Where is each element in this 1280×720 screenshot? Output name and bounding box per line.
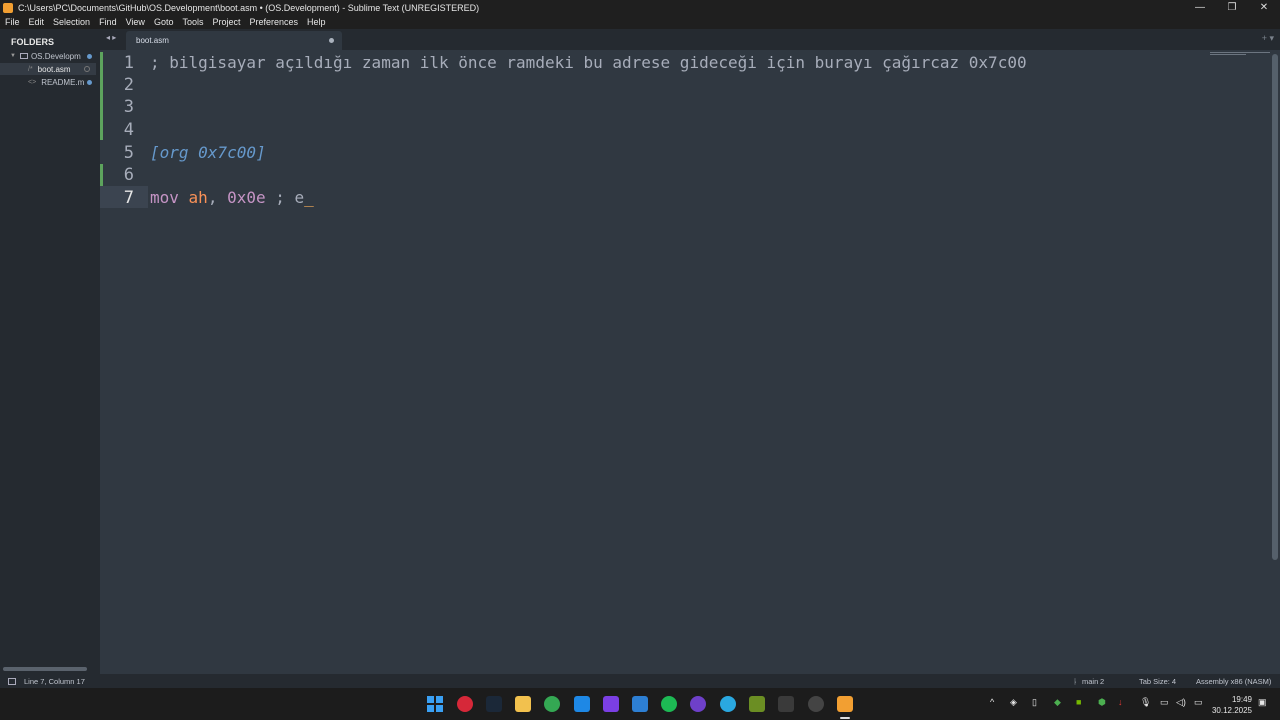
file-code-icon: <> bbox=[28, 78, 37, 86]
battery-tray-icon[interactable]: ▯ bbox=[1032, 697, 1037, 708]
tab-size[interactable]: Tab Size: 4 bbox=[1139, 677, 1176, 686]
text-cursor: _ bbox=[304, 188, 314, 207]
network-icon[interactable]: ▭ bbox=[1160, 697, 1169, 708]
modified-dot-icon bbox=[87, 53, 92, 59]
sidebar-file-boot-asm[interactable]: /* boot.asm bbox=[0, 63, 96, 75]
tab-boot-asm[interactable]: boot.asm bbox=[126, 31, 342, 50]
line-number: 5 bbox=[123, 143, 134, 163]
menu-view[interactable]: View bbox=[126, 17, 145, 27]
inline-comment: ; e bbox=[275, 188, 305, 207]
minimize-button[interactable]: — bbox=[1184, 0, 1216, 15]
folder-icon bbox=[19, 53, 28, 59]
menu-goto[interactable]: Goto bbox=[154, 17, 174, 27]
shield-tray-icon[interactable]: ⬢ bbox=[1098, 697, 1106, 708]
status-bar: Line 7, Column 17 ᚿ main 2 Tab Size: 4 A… bbox=[0, 674, 1280, 688]
tray-overflow-chevron-icon[interactable]: ^ bbox=[990, 697, 994, 707]
system-clock[interactable]: 19:49 30.12.2025 bbox=[1212, 694, 1252, 716]
sidebar-file-readme[interactable]: <> README.m bbox=[28, 76, 92, 88]
instruction-mov: mov bbox=[150, 188, 179, 207]
window-title: C:\Users\PC\Documents\GitHub\OS.Developm… bbox=[18, 2, 480, 13]
github-desktop-icon[interactable] bbox=[690, 696, 706, 712]
comma: , bbox=[207, 188, 218, 207]
sidebar-scrollbar[interactable] bbox=[3, 667, 87, 671]
register-ah: ah bbox=[188, 188, 208, 207]
battery-icon[interactable]: ▭ bbox=[1194, 697, 1203, 708]
menu-bar: File Edit Selection Find View Goto Tools… bbox=[0, 15, 1280, 29]
file-label: boot.asm bbox=[37, 64, 71, 74]
syntax-selector[interactable]: Assembly x86 (NASM) bbox=[1196, 677, 1271, 686]
folder-os-development[interactable]: ▼ OS.Developm bbox=[10, 50, 92, 62]
steam-tray-icon[interactable]: ◈ bbox=[1010, 697, 1017, 708]
vscode-icon[interactable] bbox=[574, 696, 590, 712]
git-change-count: 2 bbox=[1100, 676, 1105, 686]
tab-nav-arrows[interactable]: ◂ ▸ bbox=[106, 33, 116, 42]
git-branch-icon: ᚿ bbox=[1073, 676, 1078, 686]
tab-modified-dot-icon[interactable] bbox=[329, 38, 334, 43]
line-number: 6 bbox=[123, 165, 134, 185]
sublime-text-icon[interactable] bbox=[837, 696, 853, 712]
windows-start-icon[interactable] bbox=[427, 696, 443, 712]
tab-bar: ◂ ▸ boot.asm + ▾ bbox=[100, 29, 1280, 50]
sidebar: FOLDERS ▼ OS.Developm /* boot.asm <> REA… bbox=[0, 29, 100, 674]
file-asm-icon: /* bbox=[28, 65, 33, 73]
line-number: 1 bbox=[123, 53, 134, 73]
sidebar-toggle-icon[interactable] bbox=[8, 677, 16, 685]
close-file-icon[interactable] bbox=[84, 66, 90, 72]
minimap[interactable] bbox=[1210, 52, 1270, 56]
app-icon-settings[interactable] bbox=[808, 696, 824, 712]
sublime-app-icon bbox=[3, 2, 13, 13]
chevron-down-icon: ▼ bbox=[10, 53, 16, 59]
menu-file[interactable]: File bbox=[5, 17, 20, 27]
clock-time: 19:49 bbox=[1231, 695, 1252, 704]
microphone-icon[interactable]: 🎙 bbox=[1140, 697, 1151, 708]
spotify-icon[interactable] bbox=[661, 696, 677, 712]
restore-button[interactable]: ❐ bbox=[1216, 0, 1248, 15]
modified-dot-icon bbox=[87, 79, 92, 85]
notification-bell-icon[interactable]: ▣ bbox=[1258, 697, 1267, 708]
menu-project[interactable]: Project bbox=[212, 17, 240, 27]
file-label: README.m bbox=[41, 77, 85, 87]
git-branch[interactable]: main bbox=[1082, 677, 1098, 686]
volume-icon[interactable]: ◁) bbox=[1176, 697, 1186, 708]
app-icon-gray[interactable] bbox=[778, 696, 794, 712]
menu-help[interactable]: Help bbox=[307, 17, 326, 27]
line-number: 2 bbox=[123, 75, 134, 95]
menu-edit[interactable]: Edit bbox=[29, 17, 45, 27]
app-icon-blue[interactable] bbox=[632, 696, 648, 712]
folder-label: OS.Developm bbox=[30, 51, 81, 61]
visual-studio-icon[interactable] bbox=[603, 696, 619, 712]
app-tray-icon[interactable]: ◆ bbox=[1054, 697, 1061, 708]
new-tab-controls[interactable]: + ▾ bbox=[1262, 33, 1274, 44]
chrome-icon[interactable] bbox=[544, 696, 560, 712]
tab-label: boot.asm bbox=[136, 36, 169, 45]
title-bar: C:\Users\PC\Documents\GitHub\OS.Developm… bbox=[0, 0, 1280, 15]
cursor-position[interactable]: Line 7, Column 17 bbox=[24, 677, 85, 686]
folders-header: FOLDERS bbox=[11, 37, 55, 47]
line-number: 3 bbox=[123, 97, 134, 117]
app-icon-lightblue[interactable] bbox=[720, 696, 736, 712]
code-line-5: [org 0x7c00] bbox=[150, 143, 266, 162]
menu-find[interactable]: Find bbox=[99, 17, 117, 27]
windows-taskbar: ^ ◈ ▯ ◆ ■ ⬢ ↓ 🎙 ▭ ◁) ▭ 19:49 30.12.2025 … bbox=[0, 688, 1280, 720]
file-explorer-icon[interactable] bbox=[515, 696, 531, 712]
nvidia-tray-icon[interactable]: ■ bbox=[1076, 697, 1081, 707]
menu-selection[interactable]: Selection bbox=[53, 17, 90, 27]
close-button[interactable]: ✕ bbox=[1248, 0, 1280, 15]
steam-icon[interactable] bbox=[486, 696, 502, 712]
code-line-1: ; bilgisayar açıldığı zaman ilk önce ram… bbox=[150, 53, 1027, 72]
code-line-7: mov ah, 0x0e ; e_ bbox=[150, 187, 314, 209]
active-app-indicator bbox=[840, 717, 850, 719]
line-number: 4 bbox=[123, 120, 134, 140]
download-tray-icon[interactable]: ↓ bbox=[1118, 697, 1123, 707]
menu-preferences[interactable]: Preferences bbox=[249, 17, 298, 27]
editor-area[interactable]: 1 2 3 4 5 6 7 ; bilgisayar açıldığı zama… bbox=[100, 50, 1280, 674]
line-number-current: 7 bbox=[123, 188, 134, 208]
immediate-value: 0x0e bbox=[227, 188, 266, 207]
menu-tools[interactable]: Tools bbox=[182, 17, 203, 27]
vertical-scrollbar[interactable] bbox=[1272, 54, 1278, 560]
clock-date: 30.12.2025 bbox=[1211, 706, 1252, 715]
minecraft-icon[interactable] bbox=[749, 696, 765, 712]
app-icon-red[interactable] bbox=[457, 696, 473, 712]
